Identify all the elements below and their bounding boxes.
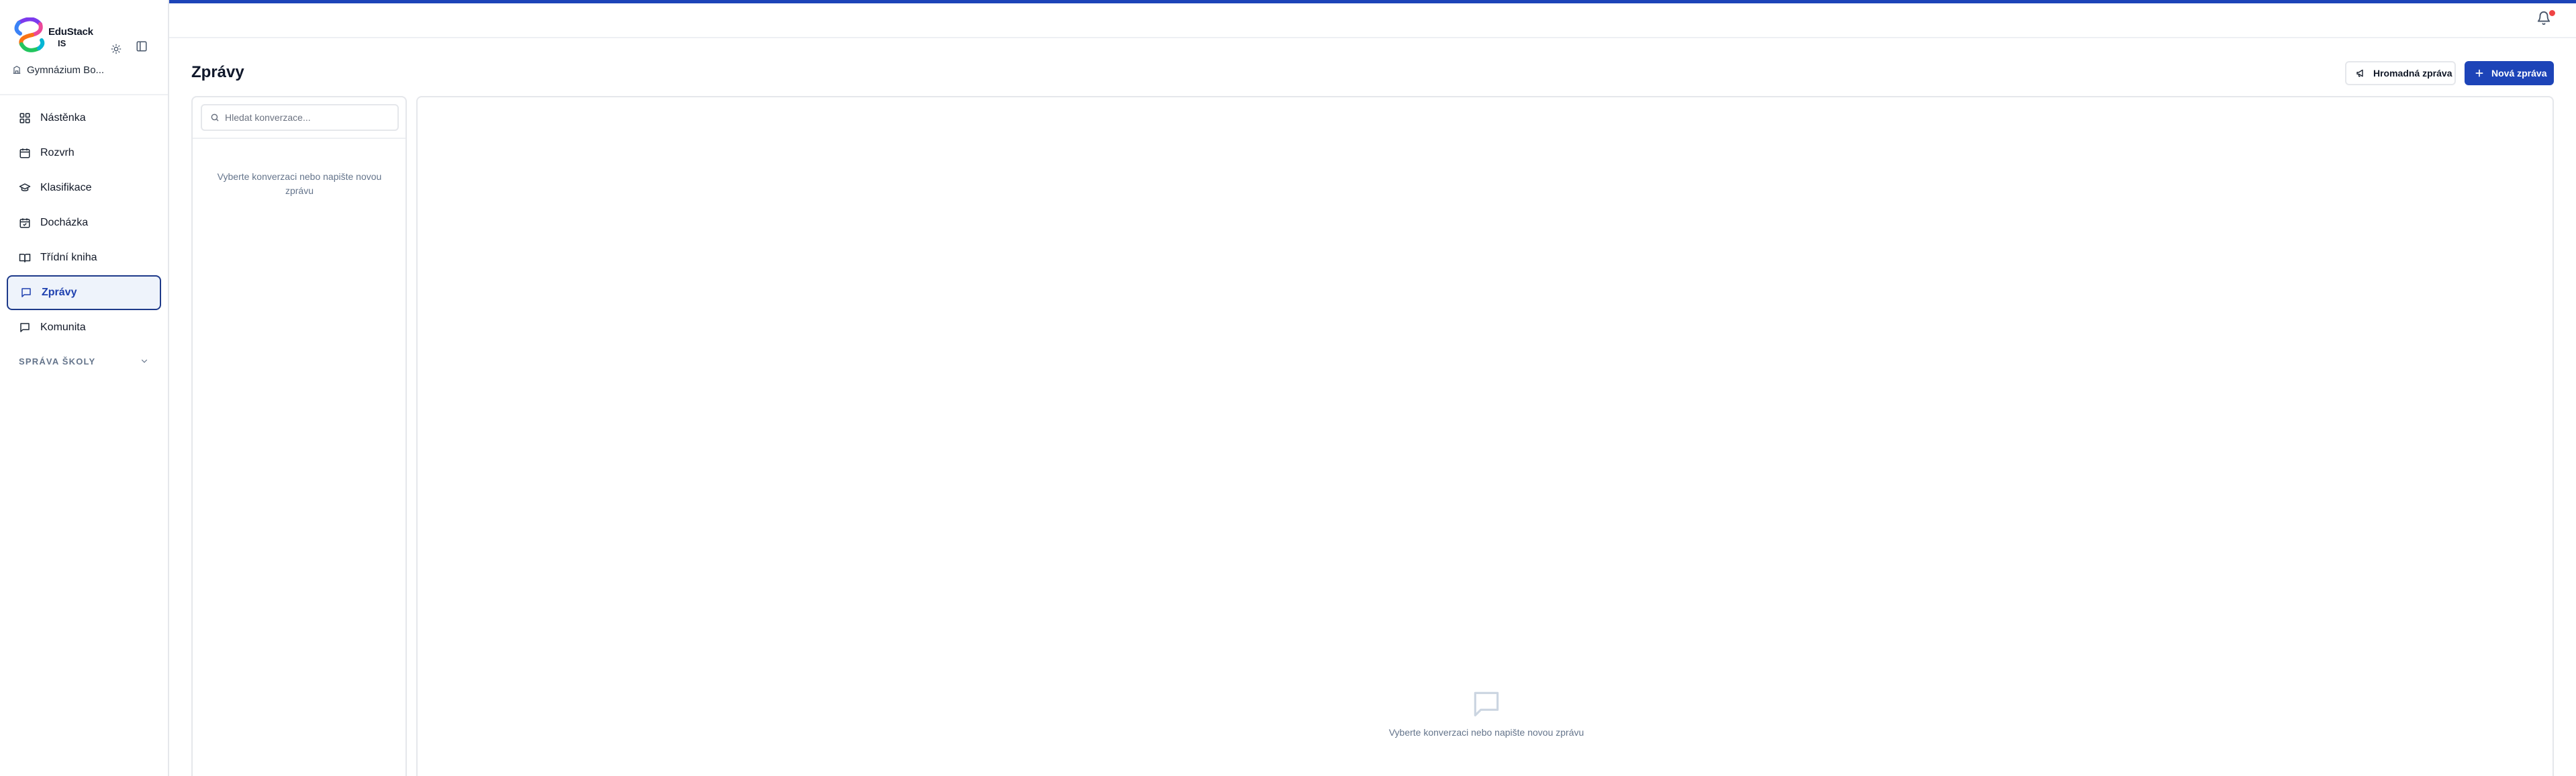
- sidebar-item-label: Docházka: [40, 217, 89, 228]
- conversation-list-empty-text: Vyberte konverzaci nebo napište novou zp…: [217, 171, 382, 196]
- sidebar-item-label: Třídní kniha: [40, 252, 97, 263]
- collapse-sidebar-button[interactable]: [133, 38, 150, 55]
- app-root: EduStack IS Gymnázium Bo... Nástěnka Roz…: [0, 0, 2576, 776]
- chat-empty-text: Vyberte konverzaci nebo napište novou zp…: [1388, 727, 1584, 738]
- school-name: Gymnázium Bo...: [27, 64, 105, 76]
- open-book-icon: [19, 254, 31, 262]
- list-divider: [193, 138, 406, 139]
- sidebar-item-rozvrh[interactable]: Rozvrh: [7, 136, 161, 171]
- broadcast-message-button[interactable]: Hromadná zpráva: [2345, 61, 2456, 85]
- sidebar-item-tridni-kniha[interactable]: Třídní kniha: [7, 240, 161, 275]
- graduation-cap-icon: [19, 183, 31, 191]
- brand-subtitle: IS: [58, 38, 66, 48]
- building-icon: [13, 66, 21, 74]
- sidebar-item-label: Zprávy: [42, 287, 77, 298]
- sun-icon: [111, 44, 122, 54]
- calendar-icon: [19, 148, 30, 158]
- sidebar-item-label: Rozvrh: [40, 147, 75, 158]
- sidebar-item-klasifikace[interactable]: Klasifikace: [7, 171, 161, 205]
- notification-badge: [2548, 9, 2557, 17]
- sidebar-section-label: SPRÁVA ŠKOLY: [19, 356, 96, 367]
- top-bar: [169, 3, 2576, 38]
- school-selector[interactable]: Gymnázium Bo...: [12, 62, 104, 77]
- theme-toggle-button[interactable]: [107, 40, 125, 58]
- broadcast-message-label: Hromadná zpráva: [2373, 68, 2452, 79]
- conversation-list-panel: Vyberte konverzaci nebo napište novou zp…: [191, 96, 407, 776]
- sidebar-item-nastenka[interactable]: Nástěnka: [7, 101, 161, 136]
- conversation-search[interactable]: [201, 104, 399, 131]
- edustack-logo: [14, 17, 45, 52]
- chevron-down-icon: [141, 359, 148, 363]
- sidebar-section-sprava-skoly[interactable]: SPRÁVA ŠKOLY: [19, 354, 149, 369]
- sidebar-item-label: Komunita: [40, 322, 86, 333]
- panel-left-icon: [136, 41, 147, 52]
- sidebar: EduStack IS Gymnázium Bo... Nástěnka Roz…: [0, 0, 169, 776]
- message-square-icon: [1474, 691, 1499, 717]
- message-square-icon: [20, 323, 30, 332]
- search-icon: [211, 113, 219, 122]
- dashboard-grid-icon: [19, 113, 30, 124]
- brand-name: EduStack: [48, 26, 93, 38]
- message-square-icon: [21, 288, 31, 297]
- sidebar-item-zpravy[interactable]: Zprávy: [7, 275, 161, 310]
- new-message-label: Nová zpráva: [2491, 68, 2547, 79]
- sidebar-divider: [0, 94, 168, 95]
- search-input[interactable]: [225, 112, 386, 123]
- main-nav: Nástěnka Rozvrh Klasifikace Docházka Tří…: [7, 101, 161, 345]
- plus-icon: [2475, 69, 2483, 77]
- page-title: Zprávy: [191, 63, 244, 81]
- calendar-check-icon: [19, 218, 30, 228]
- sidebar-item-label: Klasifikace: [40, 182, 92, 193]
- new-message-button[interactable]: Nová zpráva: [2465, 61, 2554, 85]
- brand[interactable]: EduStack IS: [12, 17, 146, 56]
- sidebar-item-dochazka[interactable]: Docházka: [7, 205, 161, 240]
- megaphone-icon: [2356, 69, 2363, 77]
- sidebar-item-label: Nástěnka: [40, 112, 86, 124]
- chat-panel: Vyberte konverzaci nebo napište novou zp…: [416, 96, 2554, 776]
- sidebar-item-komunita[interactable]: Komunita: [7, 310, 161, 345]
